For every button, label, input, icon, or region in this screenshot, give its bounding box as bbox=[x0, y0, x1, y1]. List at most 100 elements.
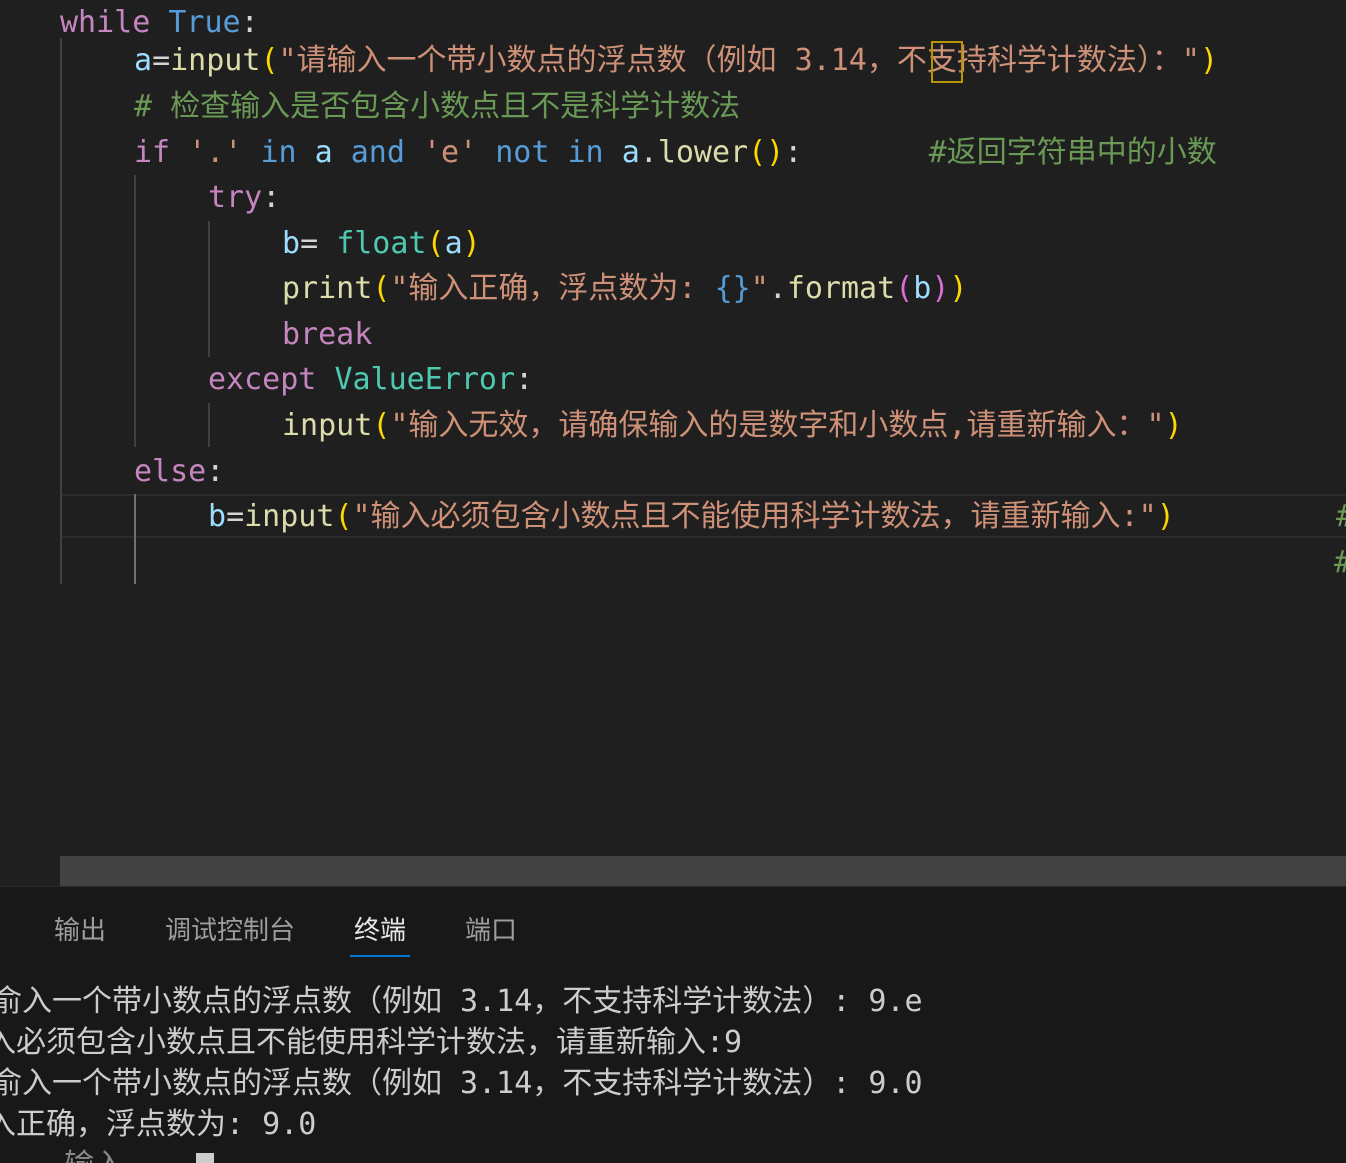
code-token: "输入必须包含小数点且不能使用科学计数法，请重新输入:" bbox=[352, 499, 1157, 534]
code-token: ) bbox=[1199, 43, 1218, 78]
code-token: b bbox=[282, 226, 301, 261]
code-token: except bbox=[208, 362, 317, 397]
code-token: = bbox=[152, 43, 171, 78]
code-token: input bbox=[170, 43, 261, 78]
code-token: . bbox=[639, 135, 658, 170]
code-line[interactable]: print("输入正确，浮点数为: {}".format(b)) bbox=[282, 266, 967, 312]
terminal-line: 俞入一个带小数点的浮点数（例如 3.14，不支持科学计数法）: 9.0 bbox=[0, 1066, 923, 1101]
code-token: b bbox=[913, 271, 932, 306]
code-token: input bbox=[244, 499, 335, 534]
bottom-panel: 输出 调试控制台 终端 端口 俞入一个带小数点的浮点数（例如 3.14，不支持科… bbox=[0, 886, 1346, 1163]
code-token: "输入正确，浮点数为: bbox=[390, 271, 715, 306]
code-token: #返回字符串中的小数 bbox=[928, 135, 1217, 170]
code-line[interactable]: b= float(a) bbox=[282, 221, 481, 267]
code-token: = bbox=[300, 226, 337, 261]
code-token: " bbox=[750, 271, 769, 306]
code-line[interactable]: else: bbox=[134, 449, 224, 495]
tab-debug-console[interactable]: 调试控制台 bbox=[165, 909, 295, 953]
code-token: () bbox=[748, 135, 785, 170]
code-token: : bbox=[206, 454, 225, 489]
code-token: : bbox=[515, 362, 534, 397]
code-token: format bbox=[786, 271, 896, 306]
code-line[interactable]: # 检查输入是否包含小数点且不是科学计数法 bbox=[134, 84, 740, 130]
terminal-line: 输入 bbox=[0, 1145, 124, 1163]
code-line[interactable]: b=input("输入必须包含小数点且不能使用科学计数法，请重新输入:") bbox=[208, 494, 1175, 540]
code-token: in bbox=[567, 135, 604, 170]
code-token: ) bbox=[1164, 408, 1183, 443]
code-token: not bbox=[495, 135, 550, 170]
tab-output[interactable]: 输出 bbox=[54, 909, 106, 953]
code-token: # 检查输入是否包含小数点且不是科学计数法 bbox=[134, 89, 741, 124]
truncated-comment: # bbox=[1334, 540, 1346, 586]
code-token: print bbox=[282, 271, 373, 306]
code-line[interactable]: a=input("请输入一个带小数点的浮点数（例如 3.14，不支持科学计数法）… bbox=[134, 38, 1218, 84]
code-token: a bbox=[314, 135, 333, 170]
indent-guide bbox=[134, 175, 136, 447]
terminal-line: 入正确，浮点数为: 9.0 bbox=[0, 1107, 317, 1142]
terminal-output[interactable]: 俞入一个带小数点的浮点数（例如 3.14，不支持科学计数法）: 9.e 入必须包… bbox=[0, 977, 1346, 1163]
code-token: else bbox=[134, 454, 207, 489]
indent-guide bbox=[208, 403, 210, 447]
code-token: ) bbox=[949, 271, 968, 306]
tab-terminal[interactable]: 终端 bbox=[349, 909, 411, 957]
code-token: = bbox=[226, 499, 245, 534]
code-line[interactable]: break bbox=[282, 312, 372, 358]
code-token: a bbox=[621, 135, 640, 170]
indent-guide bbox=[134, 494, 136, 584]
code-token: True bbox=[168, 5, 241, 40]
code-token: : bbox=[262, 180, 281, 215]
code-token: b bbox=[208, 499, 227, 534]
code-token: ) bbox=[462, 226, 481, 261]
code-token: . bbox=[768, 271, 787, 306]
code-token: ( bbox=[895, 271, 914, 306]
code-token: : bbox=[784, 135, 803, 170]
scrollbar-thumb[interactable] bbox=[60, 856, 1346, 886]
code-token: : bbox=[240, 5, 259, 40]
code-token: float bbox=[336, 226, 427, 261]
code-token: ValueError bbox=[334, 362, 516, 397]
code-token: a bbox=[134, 43, 153, 78]
terminal-line: 入必须包含小数点且不能使用科学计数法，请重新输入:9 bbox=[0, 1025, 743, 1060]
indent-guide bbox=[60, 38, 62, 584]
code-token: ) bbox=[1156, 499, 1175, 534]
panel-tab-bar: 输出 调试控制台 终端 端口 bbox=[0, 887, 1346, 977]
code-token: and bbox=[350, 135, 405, 170]
code-token: break bbox=[282, 317, 373, 352]
bracket-match-highlight bbox=[931, 41, 963, 83]
code-token: "请输入一个带小数点的浮点数（例如 3.14，不支持科学计数法）：" bbox=[278, 43, 1200, 78]
code-line[interactable]: if '.' in a and 'e' not in a.lower(): #返… bbox=[134, 130, 1217, 176]
code-line[interactable]: except ValueError: bbox=[208, 357, 533, 403]
code-token: while bbox=[60, 5, 151, 40]
indent-guide bbox=[208, 221, 210, 357]
code-token: ( bbox=[260, 43, 279, 78]
code-editor[interactable]: while True: a=input("请输入一个带小数点的浮点数（例如 3.… bbox=[0, 0, 1346, 856]
code-token: '.' bbox=[188, 135, 243, 170]
code-line[interactable]: try: bbox=[208, 175, 280, 221]
code-token: ( bbox=[426, 226, 445, 261]
code-token: input bbox=[282, 408, 373, 443]
code-token: 'e' bbox=[423, 135, 478, 170]
code-token: "输入无效，请确保输入的是数字和小数点,请重新输入：" bbox=[390, 408, 1165, 443]
code-token: in bbox=[260, 135, 297, 170]
code-token: ( bbox=[372, 408, 391, 443]
code-token: if bbox=[134, 135, 171, 170]
terminal-line: 俞入一个带小数点的浮点数（例如 3.14，不支持科学计数法）: 9.e bbox=[0, 984, 923, 1019]
tab-ports[interactable]: 端口 bbox=[465, 909, 517, 953]
horizontal-scrollbar[interactable] bbox=[0, 856, 1346, 886]
code-token: lower bbox=[657, 135, 749, 170]
code-line[interactable]: input("输入无效，请确保输入的是数字和小数点,请重新输入：") bbox=[282, 403, 1183, 449]
code-token: {} bbox=[714, 271, 751, 306]
code-token: ) bbox=[931, 271, 950, 306]
code-token: try bbox=[208, 180, 263, 215]
truncated-comment: # bbox=[1336, 494, 1346, 540]
